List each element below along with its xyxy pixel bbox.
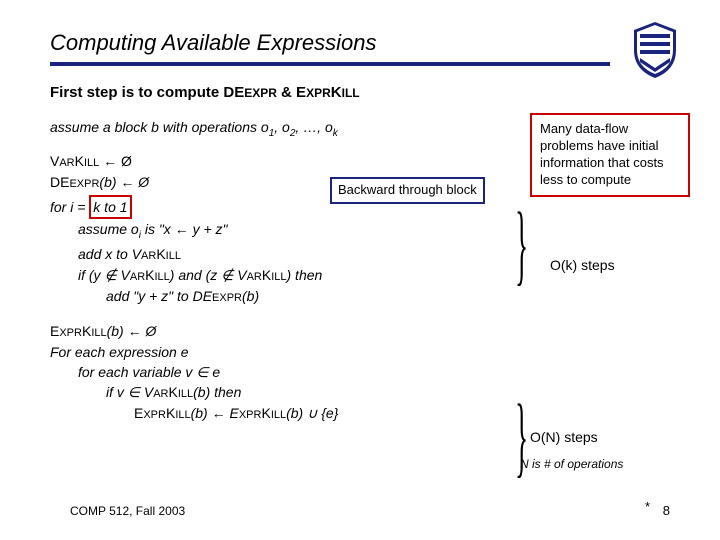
subtitle-prefix: First step is to compute DE <box>50 84 244 101</box>
l2c: K <box>156 246 165 262</box>
vk-b: AR <box>59 157 74 169</box>
footer-course: COMP 512, Fall 2003 <box>70 504 185 518</box>
for-a: for i = <box>50 199 89 215</box>
a2l4b: XPR <box>143 409 166 421</box>
a2l4e: (b) ← E <box>191 405 239 421</box>
slide-title: Computing Available Expressions <box>50 30 670 56</box>
backward-note: Backward through block <box>330 177 485 204</box>
ok-steps-label: O(k) steps <box>550 257 670 273</box>
loop-if: if (y ∉ VARKILL) and (z ∉ VARKILL) then <box>78 265 520 286</box>
l3b: AR <box>130 271 145 283</box>
title-underline <box>50 62 610 66</box>
de-b: EXPR <box>69 178 99 190</box>
l3f: AR <box>247 271 262 283</box>
n-is-ops-label: N is # of operations <box>520 457 680 471</box>
subtitle-k: K <box>331 84 342 101</box>
if-v: if v ∈ VARKILL(b) then <box>106 382 520 403</box>
a2l3c: K <box>168 384 177 400</box>
algorithm-block-2: EXPRKILL(b) ← Ø For each expression e fo… <box>50 321 520 424</box>
l2d: ILL <box>166 250 181 262</box>
a2l3e: (b) then <box>193 384 241 400</box>
l3g: K <box>262 267 271 283</box>
vk-arrow: ← Ø <box>99 153 132 169</box>
l4c: (b) <box>242 288 259 304</box>
l3h: ILL <box>271 271 286 283</box>
l3i: ) then <box>287 267 323 283</box>
brace-icon-1: } <box>515 193 528 296</box>
l4b: EXPR <box>212 292 242 304</box>
a2l4f: XPR <box>239 409 262 421</box>
a2l4d: ILL <box>175 409 190 421</box>
footer-star: * <box>645 499 650 514</box>
for-expr: For each expression e <box>50 342 520 362</box>
for-box: k to 1 <box>89 195 131 219</box>
l1b: is "x ← y + z" <box>141 221 228 237</box>
a2l4a: E <box>134 405 143 421</box>
exprkill-init: EXPRKILL(b) ← Ø <box>50 321 520 342</box>
subtitle-ill: ILL <box>342 86 360 100</box>
subtitle-amp: & E <box>277 84 306 101</box>
vk-a: V <box>50 153 59 169</box>
assume-text: assume a block b with operations o <box>50 119 269 135</box>
brace-icon-2: } <box>515 385 528 488</box>
l3d: ILL <box>155 271 170 283</box>
assume-tail: , …, o <box>295 119 332 135</box>
a2l3b: AR <box>153 388 168 400</box>
l3c: K <box>145 267 154 283</box>
dataflow-note: Many data-flow problems have initial inf… <box>530 113 690 197</box>
assume-line: assume a block b with operations o1, o2,… <box>50 117 520 141</box>
l3a: if (y ∉ V <box>78 267 130 283</box>
on-steps-label: O(N) steps <box>530 429 670 445</box>
l4: add "y + z" to DE <box>106 288 212 304</box>
a2l4c: K <box>166 405 175 421</box>
a2l4h: ILL <box>271 409 286 421</box>
varkill-init: VARKILL ← Ø <box>50 151 520 172</box>
a2l3a: if v ∈ V <box>106 384 153 400</box>
vk-d: ILL <box>84 157 99 169</box>
l2: add x to V <box>78 246 141 262</box>
exprkill-update: EXPRKILL(b) ← EXPRKILL(b) ∪ {e} <box>134 403 520 424</box>
a2l3d: ILL <box>178 388 193 400</box>
vk-c: K <box>75 153 84 169</box>
a2l0b: XPR <box>59 327 82 339</box>
subtitle-sc2: XPR <box>306 86 331 100</box>
a2l0a: E <box>50 323 59 339</box>
loop-assume: assume oi is "x ← y + z" <box>78 219 520 243</box>
de-a: DE <box>50 174 69 190</box>
l3e: ) and (z ∉ V <box>170 267 247 283</box>
logo-shield <box>630 20 680 80</box>
loop-addyz: add "y + z" to DEEXPR(b) <box>106 286 520 307</box>
subtitle: First step is to compute DEEXPR & EXPRKI… <box>50 84 670 101</box>
loop-addx: add x to VARKILL <box>78 244 520 265</box>
a2l4g: K <box>261 405 270 421</box>
a2l0e: (b) ← Ø <box>107 323 157 339</box>
a2l4i: (b) ∪ {e} <box>286 405 338 421</box>
footer-page-number: 8 <box>663 503 670 518</box>
a2l0d: ILL <box>91 327 106 339</box>
for-var: for each variable v ∈ e <box>78 362 520 382</box>
l1a: assume o <box>78 221 139 237</box>
de-paren: (b) ← Ø <box>99 174 149 190</box>
algorithm-block-1: assume a block b with operations o1, o2,… <box>50 117 520 424</box>
a2l0c: K <box>82 323 91 339</box>
subtitle-sc1: EXPR <box>244 86 277 100</box>
l2b: AR <box>141 250 156 262</box>
